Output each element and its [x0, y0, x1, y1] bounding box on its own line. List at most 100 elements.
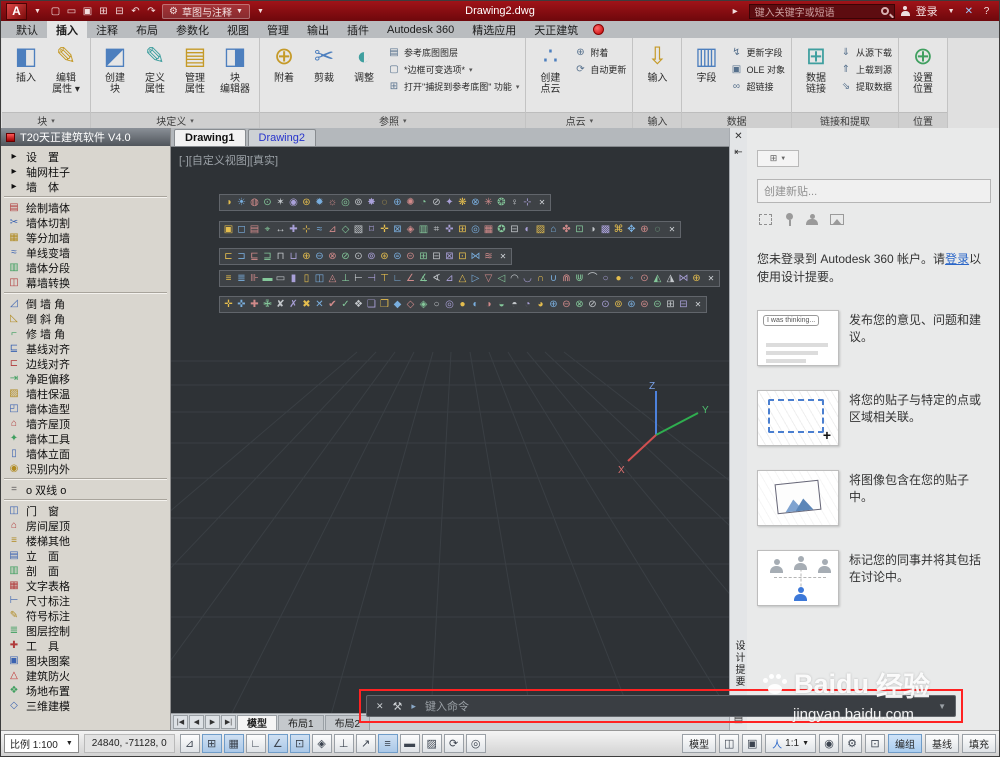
tool-icon[interactable]: ⊗ — [573, 297, 586, 312]
tool-icon[interactable]: ⋒ — [560, 271, 573, 286]
tool-icon[interactable]: ↔ — [274, 222, 287, 237]
sidebar-item[interactable]: ⇥净距偏移 — [1, 371, 170, 386]
tool-icon[interactable]: ≋ — [482, 249, 495, 264]
sidebar-item[interactable]: ▤绘制墙体 — [1, 200, 170, 215]
ribbon-tab[interactable]: 视图 — [218, 21, 258, 38]
tool-icon[interactable]: ⊞ — [417, 249, 430, 264]
tz-status-button[interactable]: 基线 — [925, 734, 959, 753]
tool-icon[interactable]: ❖ — [352, 297, 365, 312]
close-icon[interactable]: ✕ — [666, 225, 678, 234]
tool-icon[interactable]: ◇ — [339, 222, 352, 237]
ribbon-tab[interactable]: 天正建筑 — [525, 21, 587, 38]
attach-image-icon[interactable] — [830, 214, 844, 225]
panel-title[interactable]: 位置 — [899, 112, 947, 128]
tool-icon[interactable]: ◻ — [235, 222, 248, 237]
tool-icon[interactable]: ◎ — [339, 195, 352, 210]
tool-icon[interactable]: ◌ — [651, 222, 664, 237]
file-tab[interactable]: Drawing1 — [174, 129, 246, 146]
sidebar-item[interactable]: ◫门 窗 — [1, 503, 170, 518]
tool-icon[interactable]: ✛ — [222, 297, 235, 312]
tool-icon[interactable]: ◉ — [287, 195, 300, 210]
ribbon-tab[interactable]: 布局 — [127, 21, 167, 38]
create-point-cloud-button[interactable]: ∴创建 点云 — [530, 40, 570, 95]
infer-constraints-toggle[interactable]: ⊿ — [180, 734, 200, 753]
object-snap-tracking-toggle[interactable]: ⊥ — [334, 734, 354, 753]
block-editor-button[interactable]: ◨块 编辑器 — [215, 40, 255, 95]
login-link[interactable]: 登录 — [945, 252, 969, 266]
autohide-pin-icon[interactable]: ⇤ — [734, 147, 742, 158]
tz-status-button[interactable]: 填充 — [962, 734, 996, 753]
tool-icon[interactable]: ⊕ — [391, 195, 404, 210]
recent-commands-icon[interactable]: ▼ — [938, 702, 946, 711]
tool-icon[interactable]: ▬ — [261, 271, 274, 286]
floating-toolbar[interactable]: ⊏⊐⊑⊒⊓⊔⊕⊖⊗⊘⊙⊚⊛⊜⊝⊞⊟⊠⊡⋈≋✕ — [219, 248, 512, 265]
sidebar-item[interactable]: =o 双线 o — [1, 482, 170, 497]
workspace-switcher[interactable]: ⚙ 草图与注释 ▼ — [162, 4, 250, 19]
tool-icon[interactable]: ◠ — [508, 271, 521, 286]
autocad-logo-icon[interactable]: A — [6, 3, 27, 20]
tool-icon[interactable]: ⊖ — [560, 297, 573, 312]
tool-icon[interactable]: ⊜ — [391, 249, 404, 264]
sidebar-item[interactable]: ▣图块图案 — [1, 653, 170, 668]
dynamic-input-toggle[interactable]: ≡ — [378, 734, 398, 753]
ribbon-tab[interactable]: 管理 — [258, 21, 298, 38]
ortho-mode-toggle[interactable]: ∟ — [246, 734, 266, 753]
tool-icon[interactable]: ⊒ — [261, 249, 274, 264]
tool-icon[interactable]: ∢ — [430, 271, 443, 286]
tool-icon[interactable]: ✤ — [560, 222, 573, 237]
tool-icon[interactable]: ✓ — [339, 297, 352, 312]
auto-update-button[interactable]: ⟳自动更新 — [574, 63, 626, 76]
tool-icon[interactable]: ⊿ — [443, 271, 456, 286]
download-from-source-button[interactable]: ⇓从源下载 — [840, 46, 892, 59]
tool-icon[interactable]: ⊿ — [326, 222, 339, 237]
ribbon-tab[interactable]: 默认 — [7, 21, 47, 38]
sidebar-item[interactable]: ⌂墙齐屋顶 — [1, 416, 170, 431]
tool-icon[interactable]: ✦ — [443, 195, 456, 210]
sidebar-group[interactable]: ▸墙 体 — [1, 179, 170, 194]
quick-view-layouts-icon[interactable]: ◫ — [719, 734, 739, 753]
attach-point-cloud-button[interactable]: ⊕附着 — [574, 46, 626, 59]
dynamic-ucs-toggle[interactable]: ↗ — [356, 734, 376, 753]
annotation-scale-button[interactable]: 人 1:1 ▼ — [765, 734, 816, 753]
tool-icon[interactable]: ◈ — [404, 222, 417, 237]
redo-icon[interactable]: ↷ — [144, 3, 159, 19]
tool-icon[interactable]: ⊕ — [300, 249, 313, 264]
tool-icon[interactable]: ⊝ — [651, 297, 664, 312]
help-icon[interactable]: ? — [979, 3, 994, 19]
sidebar-item[interactable]: ≡楼梯其他 — [1, 533, 170, 548]
tool-icon[interactable]: ✔ — [326, 297, 339, 312]
tool-icon[interactable]: ⊙ — [599, 297, 612, 312]
tool-icon[interactable]: ◌ — [378, 195, 391, 210]
tool-icon[interactable]: ✗ — [287, 297, 300, 312]
ribbon-tab[interactable]: 插入 — [47, 21, 87, 38]
extract-data-button[interactable]: ⇘提取数据 — [840, 80, 892, 93]
infocenter-arrow-icon[interactable]: ▸ — [728, 3, 743, 19]
clip-button[interactable]: ✂剪裁 — [304, 40, 344, 84]
layout-nav-icon[interactable]: ◀ — [189, 715, 204, 729]
close-icon[interactable]: ✕ — [536, 198, 548, 207]
create-block-button[interactable]: ◩创建 块 — [95, 40, 135, 95]
tool-icon[interactable]: ✸ — [365, 195, 378, 210]
sidebar-item[interactable]: ▦文字表格 — [1, 578, 170, 593]
layout-tab[interactable]: 模型 — [237, 715, 277, 730]
tool-icon[interactable]: ∪ — [547, 271, 560, 286]
layout-nav-icon[interactable]: |◀ — [173, 715, 188, 729]
feed-toolbar[interactable]: ⊞ ▼ — [757, 150, 799, 167]
tool-icon[interactable]: ⊕ — [547, 297, 560, 312]
logo-dropdown-icon[interactable]: ▼ — [30, 3, 45, 19]
plot-icon[interactable]: ⊟ — [112, 3, 127, 19]
tool-icon[interactable]: ◔ — [417, 195, 430, 210]
tool-icon[interactable]: ⊥ — [339, 271, 352, 286]
frames-option-button[interactable]: ▢*边框可变选项*▾ — [388, 63, 519, 76]
tool-icon[interactable]: ⊛ — [378, 249, 391, 264]
polar-tracking-toggle[interactable]: ∠ — [268, 734, 288, 753]
tool-icon[interactable]: ⊘ — [586, 297, 599, 312]
quick-view-drawings-icon[interactable]: ▣ — [742, 734, 762, 753]
floating-toolbar[interactable]: ≡≣⊪▬▭▮▯◫◬⊥⊢⊣⊤∟∠∡∢⊿△▷▽◁◠◡∩∪⋒⋓⌒○●◦⊙◭◮⋈⊕✕ — [219, 270, 720, 287]
save-as-icon[interactable]: ⊞ — [96, 3, 111, 19]
tool-icon[interactable]: ▮ — [287, 271, 300, 286]
tool-icon[interactable]: ◁ — [495, 271, 508, 286]
clean-screen-icon[interactable]: ⊡ — [865, 734, 885, 753]
set-location-button[interactable]: ⊕设置 位置 — [903, 40, 943, 95]
scale-dropdown[interactable]: 比例 1:100 ▼ — [4, 734, 79, 753]
